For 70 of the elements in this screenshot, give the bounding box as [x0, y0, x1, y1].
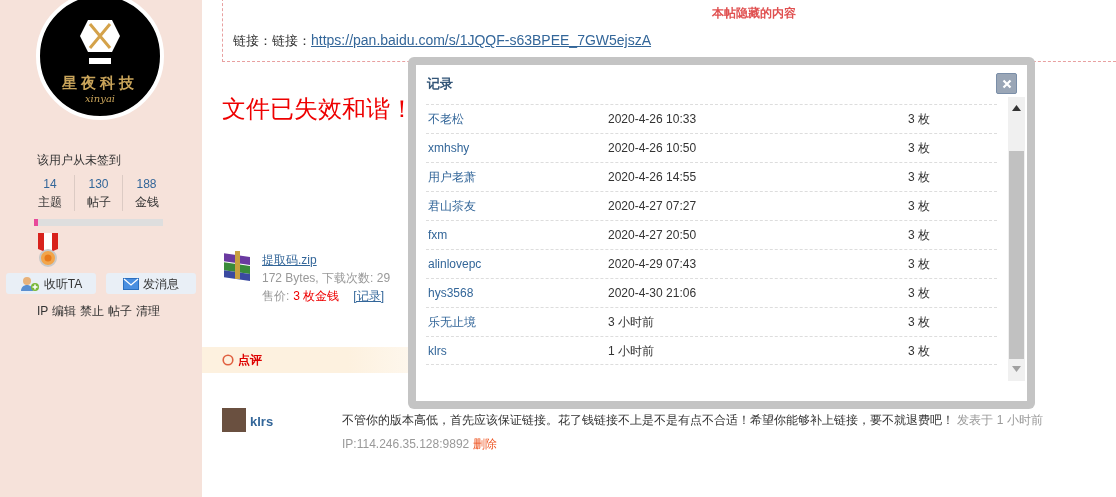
follow-button[interactable]: 收听TA [6, 273, 96, 294]
stat-value[interactable]: 188 [136, 175, 157, 193]
notice-text: 文件已失效和谐！ [222, 94, 414, 124]
stat-label: 帖子 [86, 194, 111, 211]
sign-status: 该用户从未签到 [37, 152, 121, 169]
comment-ip: IP:114.246.35.128:9892 [342, 437, 470, 451]
close-icon [1001, 78, 1012, 89]
record-time: 2020-4-29 07:43 [608, 256, 698, 273]
record-link[interactable]: [记录] [353, 287, 385, 305]
record-user[interactable]: hys3568 [426, 284, 608, 302]
record-user[interactable]: fxm [426, 226, 608, 244]
record-time: 2020-4-27 20:50 [608, 227, 698, 244]
record-time: 2020-4-27 07:27 [608, 198, 698, 215]
close-button[interactable] [996, 73, 1017, 94]
stat-label: 金钱 [134, 194, 159, 211]
record-amount: 3 枚 [908, 227, 930, 244]
admin-link[interactable]: 编辑 [52, 302, 77, 320]
record-user[interactable]: 君山茶友 [426, 197, 608, 215]
attachment-info: 172 Bytes, 下载次数: 29 [262, 270, 391, 287]
logo-subtitle: xinyai [84, 92, 116, 106]
record-user[interactable]: xmhshy [426, 139, 608, 157]
record-amount: 3 枚 [908, 314, 930, 331]
hidden-content-title: 本帖隐藏的内容 [712, 5, 796, 22]
link-label: 链接：链接： [233, 31, 311, 50]
delete-link[interactable]: 删除 [472, 437, 497, 451]
record-user[interactable]: alinlovepc [426, 255, 608, 273]
review-label: 点评 [238, 352, 262, 369]
stat-label: 主题 [38, 194, 62, 211]
stat-value[interactable]: 14 [43, 175, 57, 193]
envelope-icon [123, 277, 139, 290]
record-amount: 3 枚 [908, 256, 930, 273]
scroll-up-icon[interactable] [1012, 105, 1021, 111]
record-amount: 3 枚 [908, 198, 930, 215]
record-amount: 3 枚 [908, 285, 930, 302]
scrollbar-thumb[interactable] [1009, 151, 1024, 359]
photo-placeholder [222, 408, 246, 432]
scroll-down-icon[interactable] [1012, 366, 1021, 372]
record-amount: 3 枚 [908, 140, 930, 157]
dialog-title: 记录 [427, 74, 453, 93]
record-time: 2020-4-26 14:55 [608, 169, 698, 186]
admin-link[interactable]: 禁止 [80, 302, 105, 320]
record-time: 1 小时前 [608, 342, 655, 360]
record-time: 2020-4-26 10:33 [608, 111, 698, 128]
user-plus-icon [19, 275, 40, 292]
record-amount: 3 枚 [908, 342, 930, 360]
comment-author[interactable]: klrs [250, 412, 274, 432]
record-amount: 3 枚 [908, 111, 930, 128]
logo-title: 星夜科技 [62, 74, 138, 92]
stat-value[interactable]: 130 [88, 175, 109, 193]
comment-time: 发表于 1 小时前 [957, 413, 1043, 427]
record-user[interactable]: 用户老萧 [426, 168, 608, 186]
record-amount: 3 枚 [908, 169, 930, 186]
record-user[interactable]: 乐无止境 [426, 313, 608, 331]
record-time: 2020-4-26 10:50 [608, 140, 698, 157]
record-time: 3 小时前 [608, 314, 655, 331]
download-link[interactable]: https://pan.baidu.com/s/1JQQF-s63BPEE_7GW5ejszA [311, 30, 652, 51]
price-value: 3 枚金钱 [293, 288, 340, 305]
message-button[interactable]: 发消息 [106, 273, 196, 294]
price-label: 售价: [262, 288, 290, 305]
attachment-link[interactable]: 提取码.zip [262, 251, 391, 269]
admin-link[interactable]: 帖子 [108, 302, 133, 320]
record-user[interactable]: klrs [426, 341, 608, 360]
comment-text: 不管你的版本高低，首先应该保证链接。花了钱链接不上是不是有点不合适！希望你能够补上链接，要不就退费吧！ [342, 413, 954, 427]
admin-link[interactable]: 清理 [136, 302, 161, 320]
record-user[interactable]: 不老松 [426, 110, 608, 128]
admin-link[interactable]: IP [37, 302, 49, 320]
circle-icon [222, 354, 234, 366]
record-time: 2020-4-30 21:06 [608, 285, 698, 302]
medal-icon [37, 233, 59, 267]
scrollbar[interactable] [1008, 97, 1025, 381]
